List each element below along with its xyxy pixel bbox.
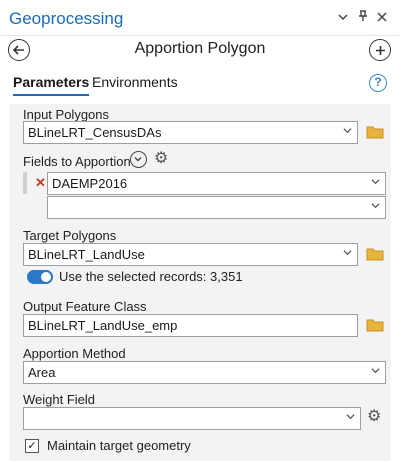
tab-bar: Parameters Environments ? (0, 68, 400, 96)
field-row-2-select[interactable] (47, 196, 386, 219)
weight-field-label: Weight Field (23, 392, 96, 407)
chevron-down-icon (343, 246, 352, 260)
help-icon[interactable]: ? (369, 74, 387, 92)
weight-field-select[interactable] (23, 407, 361, 430)
apportion-method-value: Area (28, 365, 56, 380)
target-polygons-value: BLineLRT_LandUse (28, 247, 145, 262)
target-polygons-select[interactable]: BLineLRT_LandUse (23, 243, 358, 266)
output-feature-class-input[interactable]: BLineLRT_LandUse_emp (23, 314, 358, 337)
chevron-down-icon (371, 364, 380, 378)
pane-header: Geoprocessing (0, 0, 400, 36)
chevron-down-icon (371, 175, 380, 189)
apportion-method-select[interactable]: Area (23, 361, 386, 384)
remove-row-icon[interactable]: ✕ (35, 175, 46, 191)
gear-icon[interactable]: ⚙ (154, 151, 168, 167)
chevron-down-icon (343, 124, 352, 138)
field-row-1-value: DAEMP2016 (52, 176, 128, 191)
output-feature-class-value: BLineLRT_LandUse_emp (28, 318, 178, 333)
output-feature-class-label: Output Feature Class (23, 299, 147, 314)
tab-parameters[interactable]: Parameters (13, 74, 90, 96)
pane-title: Geoprocessing (9, 9, 124, 28)
input-polygons-value: BLineLRT_CensusDAs (28, 125, 162, 140)
folder-browse-icon[interactable] (366, 125, 384, 139)
maintain-target-geometry-checkbox[interactable]: ✓ (25, 439, 39, 453)
folder-browse-icon[interactable] (366, 318, 384, 332)
apportion-method-label: Apportion Method (23, 346, 126, 361)
tab-environments[interactable]: Environments (92, 74, 178, 96)
close-icon[interactable] (377, 10, 387, 26)
folder-browse-icon[interactable] (366, 247, 384, 261)
field-row-1-select[interactable]: DAEMP2016 (47, 172, 386, 195)
chevron-down-icon (371, 199, 380, 213)
chevron-down-icon[interactable] (338, 10, 348, 26)
fields-to-apportion-label: Fields to Apportion (23, 154, 131, 169)
plus-icon (375, 45, 385, 55)
chevron-down-icon (346, 410, 355, 424)
tool-title: Apportion Polygon (134, 40, 266, 57)
maintain-target-geometry-label: Maintain target geometry (47, 438, 191, 453)
use-selected-records-toggle[interactable] (27, 270, 53, 284)
pin-icon[interactable] (358, 10, 368, 26)
parameters-panel: Input Polygons BLineLRT_CensusDAs Fields… (9, 104, 391, 461)
use-selected-records-label: Use the selected records: 3,351 (59, 269, 243, 284)
add-button[interactable] (369, 39, 391, 61)
input-polygons-label: Input Polygons (23, 107, 110, 122)
input-polygons-select[interactable]: BLineLRT_CensusDAs (23, 121, 358, 144)
row-drag-handle[interactable] (23, 172, 27, 194)
gear-icon[interactable]: ⚙ (367, 409, 381, 425)
expand-fields-icon[interactable] (130, 151, 147, 168)
target-polygons-label: Target Polygons (23, 228, 117, 243)
tool-row: Apportion Polygon (0, 36, 400, 64)
